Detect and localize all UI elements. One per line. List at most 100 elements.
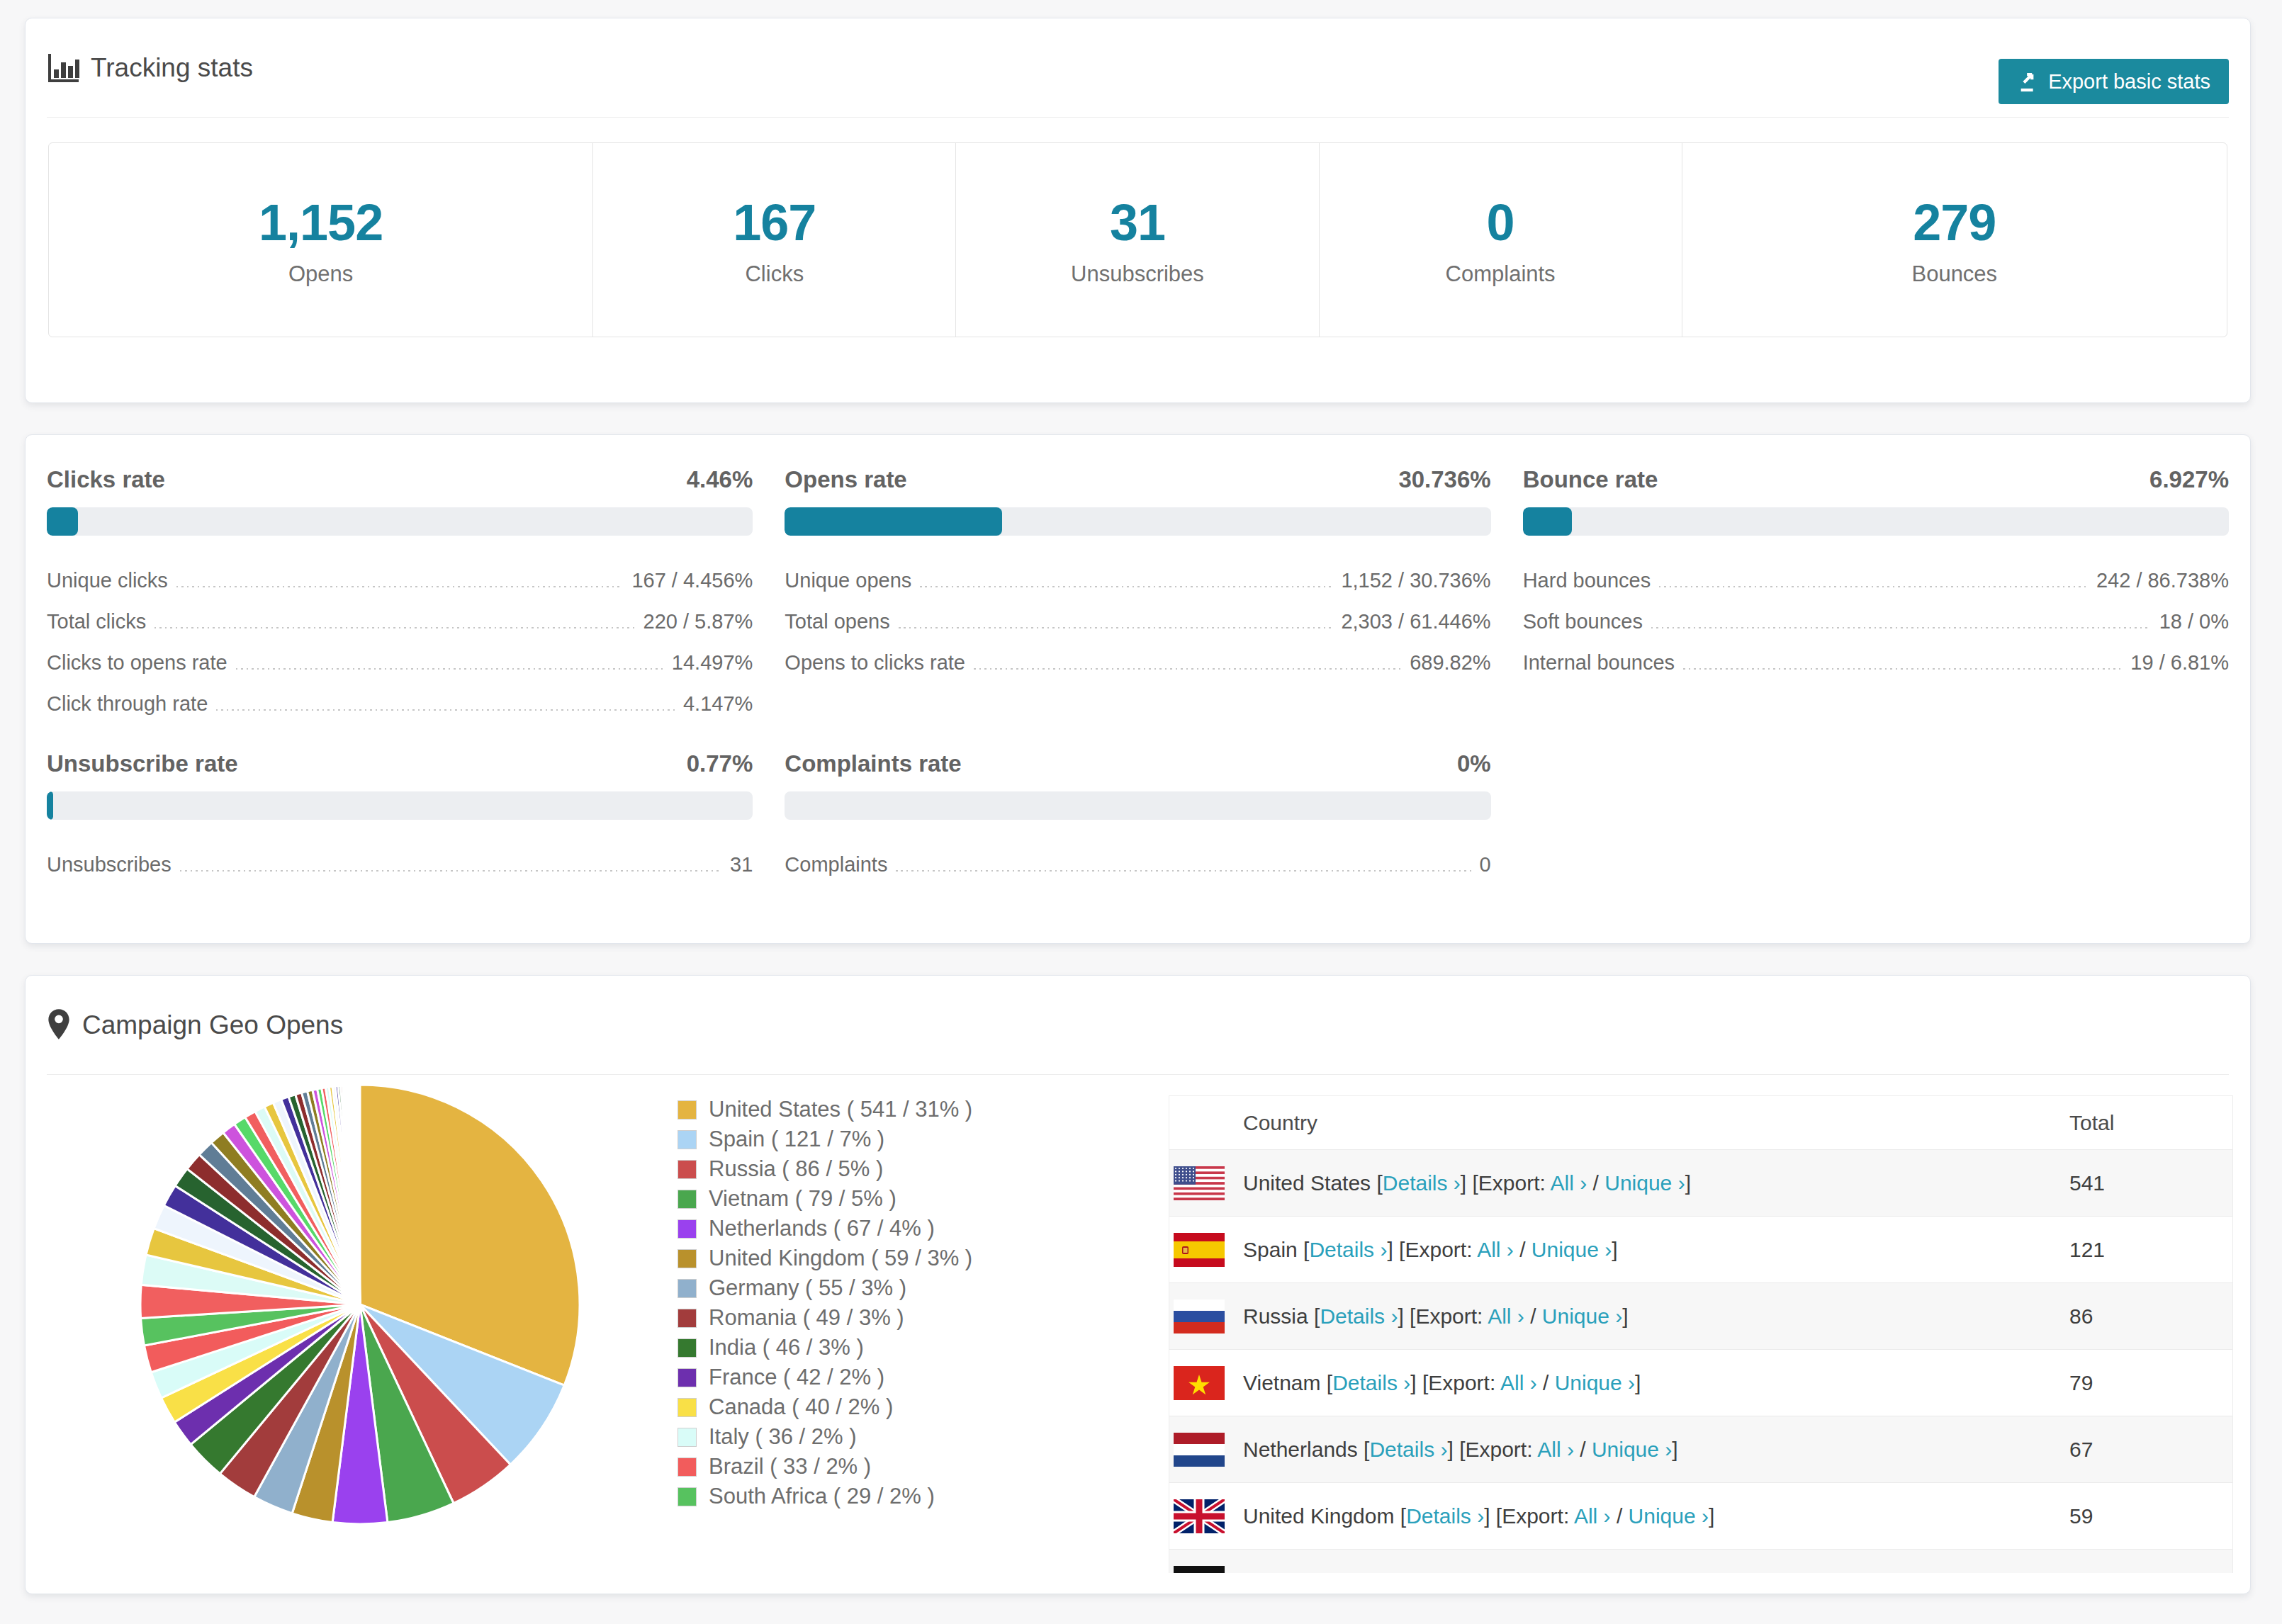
details-link[interactable]: Details › xyxy=(1332,1371,1410,1394)
geo-title: Campaign Geo Opens xyxy=(82,1010,343,1040)
dotted-leader xyxy=(236,668,663,670)
rate-stat-value: 167 / 4.456% xyxy=(631,570,753,592)
legend-swatch xyxy=(678,1457,697,1477)
dotted-leader xyxy=(920,586,1332,588)
dotted-leader xyxy=(216,709,675,711)
rate-stat-value: 1,152 / 30.736% xyxy=(1341,570,1490,592)
rate-title: Unsubscribe rate xyxy=(47,750,238,777)
details-link[interactable]: Details › xyxy=(1309,1238,1387,1261)
total-cell: 55 xyxy=(2069,1571,2232,1574)
stat-box-unsubscribes: 31Unsubscribes xyxy=(956,143,1319,337)
bar-chart-icon xyxy=(47,52,79,84)
flag-icon-ru xyxy=(1174,1299,1225,1333)
legend-label: Germany ( 55 / 3% ) xyxy=(709,1275,906,1301)
rate-stat-line: Unique opens 1,152 / 30.736% xyxy=(785,551,1490,592)
legend-item: United Kingdom ( 59 / 3% ) xyxy=(678,1244,972,1273)
export-all-link[interactable]: All › xyxy=(1537,1438,1574,1461)
export-unique-link[interactable]: Unique › xyxy=(1629,1504,1709,1528)
legend-item: India ( 46 / 3% ) xyxy=(678,1333,972,1363)
details-link[interactable]: Details › xyxy=(1369,1438,1447,1461)
details-link[interactable]: Details › xyxy=(1383,1171,1461,1195)
dotted-leader xyxy=(1683,668,2122,670)
rate-stat-label: Unique opens xyxy=(785,570,911,592)
stat-box-clicks: 167Clicks xyxy=(593,143,956,337)
country-cell: Vietnam [Details ›] [Export: All › / Uni… xyxy=(1243,1371,1641,1395)
export-unique-link[interactable]: Unique › xyxy=(1531,1238,1612,1261)
legend-label: United States ( 541 / 31% ) xyxy=(709,1097,972,1122)
rate-stat-value: 0 xyxy=(1480,854,1491,876)
export-all-link[interactable]: All › xyxy=(1510,1571,1547,1574)
legend-swatch xyxy=(678,1309,697,1328)
rate-stat-value: 19 / 6.81% xyxy=(2130,652,2229,675)
flag-icon-vn xyxy=(1174,1366,1225,1400)
flag-icon-us xyxy=(1174,1166,1225,1200)
details-link[interactable]: Details › xyxy=(1342,1571,1420,1574)
rate-stat-value: 4.147% xyxy=(683,693,753,716)
export-basic-stats-button[interactable]: Export basic stats xyxy=(1999,59,2229,104)
details-link[interactable]: Details › xyxy=(1320,1304,1398,1328)
rate-block-bounce-rate: Bounce rate6.927%Hard bounces242 / 86.73… xyxy=(1523,466,2229,716)
rate-block-unsubscribe-rate: Unsubscribe rate0.77%Unsubscribes31 xyxy=(47,750,753,876)
rate-stat-label: Hard bounces xyxy=(1523,570,1651,592)
campaign-geo-opens-card: Campaign Geo Opens United States ( 541 /… xyxy=(25,975,2251,1594)
stat-label: Complaints xyxy=(1446,261,1556,287)
rate-stat-line: Complaints0 xyxy=(785,835,1490,876)
dotted-leader xyxy=(899,627,1333,629)
table-row-nl: Netherlands [Details ›] [Export: All › /… xyxy=(1169,1416,2232,1482)
legend-item: Netherlands ( 67 / 4% ) xyxy=(678,1214,972,1244)
rate-stat-value: 220 / 5.87% xyxy=(643,611,753,633)
rate-stat-label: Total clicks xyxy=(47,611,146,633)
rate-title: Bounce rate xyxy=(1523,466,1658,493)
dotted-leader xyxy=(974,668,1401,670)
rate-progress-bar xyxy=(1523,507,2229,536)
legend-swatch xyxy=(678,1130,697,1149)
table-row-de: Germany [Details ›] [Export: All › / Uni… xyxy=(1169,1549,2232,1573)
map-pin-icon xyxy=(47,1008,71,1043)
rate-stat-value: 242 / 86.738% xyxy=(2096,570,2229,592)
legend-label: Canada ( 40 / 2% ) xyxy=(709,1394,893,1420)
legend-item: Italy ( 36 / 2% ) xyxy=(678,1422,972,1452)
total-cell: 79 xyxy=(2069,1371,2232,1395)
legend-label: Vietnam ( 79 / 5% ) xyxy=(709,1186,896,1212)
legend-swatch xyxy=(678,1219,697,1239)
export-unique-link[interactable]: Unique › xyxy=(1542,1304,1622,1328)
country-cell: Netherlands [Details ›] [Export: All › /… xyxy=(1243,1438,1678,1462)
dotted-leader xyxy=(180,870,721,872)
rate-stat-line: Hard bounces 242 / 86.738% xyxy=(1523,551,2229,592)
country-cell: United States [Details ›] [Export: All ›… xyxy=(1243,1171,1691,1195)
legend-label: Spain ( 121 / 7% ) xyxy=(709,1127,884,1152)
table-row-ru: Russia [Details ›] [Export: All › / Uniq… xyxy=(1169,1282,2232,1349)
legend-swatch xyxy=(678,1100,697,1120)
table-row-gb: United Kingdom [Details ›] [Export: All … xyxy=(1169,1482,2232,1549)
legend-item: Spain ( 121 / 7% ) xyxy=(678,1124,972,1154)
export-unique-link[interactable]: Unique › xyxy=(1592,1438,1672,1461)
export-unique-link[interactable]: Unique › xyxy=(1604,1171,1685,1195)
column-header-total: Total xyxy=(2069,1111,2232,1135)
rate-stat-line: Internal bounces19 / 6.81% xyxy=(1523,633,2229,675)
legend-label: Italy ( 36 / 2% ) xyxy=(709,1424,856,1450)
geo-card-header: Campaign Geo Opens xyxy=(47,976,2229,1075)
legend-label: India ( 46 / 3% ) xyxy=(709,1335,864,1360)
total-cell: 121 xyxy=(2069,1238,2232,1262)
export-all-link[interactable]: All › xyxy=(1477,1238,1514,1261)
legend-item: United States ( 541 / 31% ) xyxy=(678,1095,972,1124)
export-all-link[interactable]: All › xyxy=(1488,1304,1524,1328)
country-cell: Germany [Details ›] [Export: All › / Uni… xyxy=(1243,1571,1651,1574)
total-cell: 67 xyxy=(2069,1438,2232,1462)
legend-swatch xyxy=(678,1160,697,1179)
legend-item: Canada ( 40 / 2% ) xyxy=(678,1392,972,1422)
export-unique-link[interactable]: Unique › xyxy=(1555,1371,1635,1394)
export-unique-link[interactable]: Unique › xyxy=(1565,1571,1645,1574)
legend-item: Vietnam ( 79 / 5% ) xyxy=(678,1184,972,1214)
rate-stat-value: 31 xyxy=(730,854,753,876)
rate-value: 0.77% xyxy=(687,750,753,777)
export-all-link[interactable]: All › xyxy=(1500,1371,1537,1394)
export-all-link[interactable]: All › xyxy=(1574,1504,1611,1528)
export-all-link[interactable]: All › xyxy=(1551,1171,1587,1195)
dotted-leader xyxy=(154,627,634,629)
rate-stat-value: 689.82% xyxy=(1410,652,1491,675)
rate-stat-label: Opens to clicks rate xyxy=(785,652,965,675)
legend-label: South Africa ( 29 / 2% ) xyxy=(709,1484,935,1509)
details-link[interactable]: Details › xyxy=(1406,1504,1484,1528)
rate-progress-bar xyxy=(785,507,1490,536)
